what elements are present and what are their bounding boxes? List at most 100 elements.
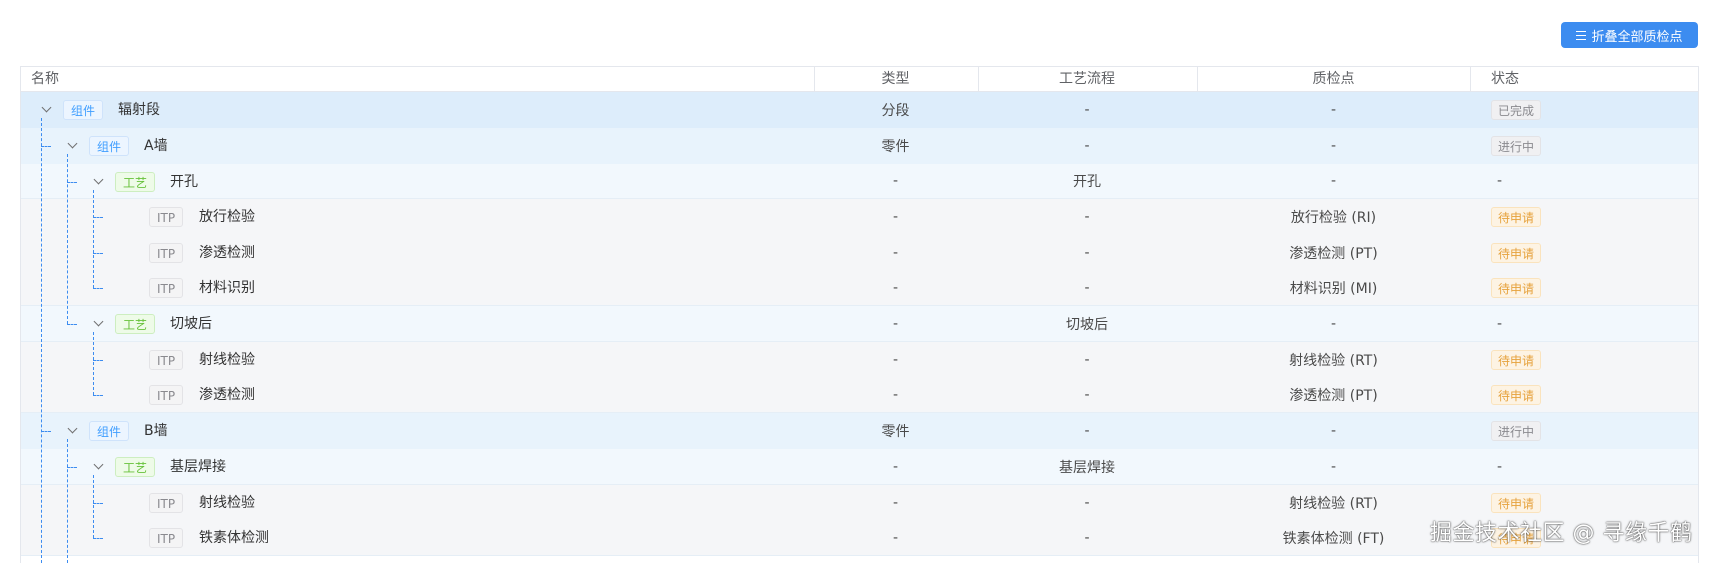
row-qc-point: - [1330, 458, 1337, 475]
row-type: 零件 [881, 139, 910, 155]
row-name: A墙 [144, 138, 168, 154]
row-type: - [892, 315, 899, 332]
row-process: - [1084, 386, 1090, 403]
tree-connector-line [93, 217, 103, 218]
row-process: - [1084, 423, 1090, 439]
row-type-tag: ITP [149, 385, 184, 405]
row-type-tag: ITP [149, 207, 184, 227]
table-row[interactable]: 组件 B墙 零件 - - 进行中 [21, 413, 1698, 449]
tree-connector-line [67, 439, 68, 563]
header-type: 类型 [881, 71, 910, 87]
table-header: 名称 类型 工艺流程 质检点 状态 [21, 67, 1698, 92]
tree-connector-line [93, 395, 103, 396]
row-type: - [892, 209, 899, 225]
row-name: 射线检验 [199, 494, 255, 511]
row-status-cell: 待申请 [1491, 270, 1671, 305]
tree-connector-line [67, 324, 77, 325]
status-badge: 待申请 [1491, 277, 1542, 298]
row-type: - [892, 529, 899, 546]
row-status-cell: 待申请 [1491, 377, 1671, 412]
tree-connector-line [93, 475, 94, 538]
row-name: 放行检验 [199, 209, 255, 225]
table-row[interactable]: ITP 渗透检测 - - 渗透检测 (PT) 待申请 [21, 235, 1698, 270]
row-process: - [1084, 102, 1090, 118]
row-name: 基层焊接 [170, 459, 226, 475]
tree-connector-line [93, 502, 103, 504]
row-type: - [892, 244, 899, 261]
table-row[interactable]: ITP 渗透检测 - - 渗透检测 (PT) 待申请 [21, 377, 1698, 413]
row-status-cell: 进行中 [1491, 413, 1671, 449]
row-type-tag: 工艺 [115, 314, 156, 334]
tree-connector-line [93, 332, 94, 395]
row-type-tag: ITP [149, 242, 184, 263]
status-badge: 进行中 [1491, 421, 1542, 441]
chevron-down-icon[interactable] [93, 318, 105, 330]
row-status-cell: 待申请 [1491, 342, 1671, 377]
header-process: 工艺流程 [1059, 71, 1115, 87]
collapse-all-button[interactable]: 折叠全部质检点 [1561, 22, 1698, 48]
row-status-cell: 待申请 [1491, 235, 1671, 270]
row-name: B墙 [144, 423, 168, 439]
table-row[interactable]: 工艺 切坡后 - 切坡后 - - [21, 306, 1698, 342]
table-row[interactable]: 工艺 基层焊接 - 基层焊接 - - [21, 449, 1698, 485]
row-type: - [892, 173, 899, 189]
row-qc-point: - [1330, 102, 1337, 118]
row-type-tag: ITP [149, 278, 184, 298]
row-name: 开孔 [170, 173, 198, 190]
row-type: - [892, 279, 899, 296]
chevron-down-icon[interactable] [93, 176, 105, 188]
collapse-all-label: 折叠全部质检点 [1591, 29, 1683, 45]
header-status: 状态 [1491, 71, 1519, 87]
row-type-tag: 组件 [89, 421, 130, 441]
table-row[interactable]: ITP 放行检验 - - 放行检验 (RI) 待申请 [21, 199, 1698, 235]
row-type-tag: ITP [149, 349, 184, 370]
row-type-tag: ITP [149, 528, 184, 548]
row-process: - [1084, 209, 1090, 225]
table-row[interactable]: 组件 A墙 零件 - - 进行中 [21, 128, 1698, 164]
row-type-tag: 组件 [63, 100, 104, 120]
tree-connector-line [67, 467, 77, 468]
chevron-down-icon[interactable] [67, 425, 79, 437]
row-type-tag: 工艺 [115, 457, 156, 477]
chevron-down-icon[interactable] [41, 104, 53, 116]
row-qc-point: 放行检验 (RI) [1290, 210, 1377, 226]
row-qc-point: - [1330, 138, 1337, 154]
column-divider [1470, 67, 1471, 91]
row-status-cell: 已完成 [1491, 92, 1671, 128]
tree-connector-line [67, 181, 77, 183]
status-badge: 进行中 [1491, 136, 1542, 156]
row-process: - [1084, 244, 1090, 261]
tree-table: 名称 类型 工艺流程 质检点 状态 组件 辐射段 分段 - - 已完成 组件 A墙 零件 - - 进行… [20, 66, 1699, 563]
row-name: 辐射段 [118, 102, 160, 118]
status-badge: 待申请 [1491, 492, 1542, 513]
row-process: 基层焊接 [1059, 459, 1115, 476]
table-row[interactable]: 组件 辐射段 分段 - - 已完成 [21, 92, 1698, 128]
tree-connector-line [93, 189, 94, 288]
row-type: - [892, 458, 899, 475]
tree-connector-line [93, 288, 103, 289]
row-type: - [892, 494, 899, 511]
row-type-tag: 工艺 [115, 171, 156, 192]
row-type-tag: ITP [149, 492, 184, 513]
row-process: - [1084, 494, 1090, 511]
tree-connector-line [67, 154, 68, 324]
row-type: 零件 [881, 424, 910, 440]
status-text: - [1497, 315, 1503, 332]
row-qc-point: - [1330, 315, 1337, 332]
row-status-cell: - [1491, 449, 1671, 484]
table-row[interactable]: 工艺 开孔 - 开孔 - - [21, 164, 1698, 199]
status-badge: 已完成 [1491, 100, 1542, 120]
row-name: 铁素体检测 [199, 530, 269, 546]
status-badge: 待申请 [1491, 207, 1542, 227]
row-name: 渗透检测 [199, 387, 255, 403]
chevron-down-icon[interactable] [93, 461, 105, 473]
row-type: - [892, 386, 899, 403]
row-process: 切坡后 [1066, 316, 1108, 333]
table-row[interactable]: ITP 材料识别 - - 材料识别 (MI) 待申请 [21, 270, 1698, 306]
table-row[interactable]: ITP 射线检验 - - 射线检验 (RT) 待申请 [21, 342, 1698, 377]
status-badge: 待申请 [1491, 242, 1542, 263]
header-name: 名称 [31, 71, 59, 87]
chevron-down-icon[interactable] [67, 140, 79, 152]
tree-connector-line [93, 359, 103, 361]
list-icon [1576, 30, 1587, 40]
